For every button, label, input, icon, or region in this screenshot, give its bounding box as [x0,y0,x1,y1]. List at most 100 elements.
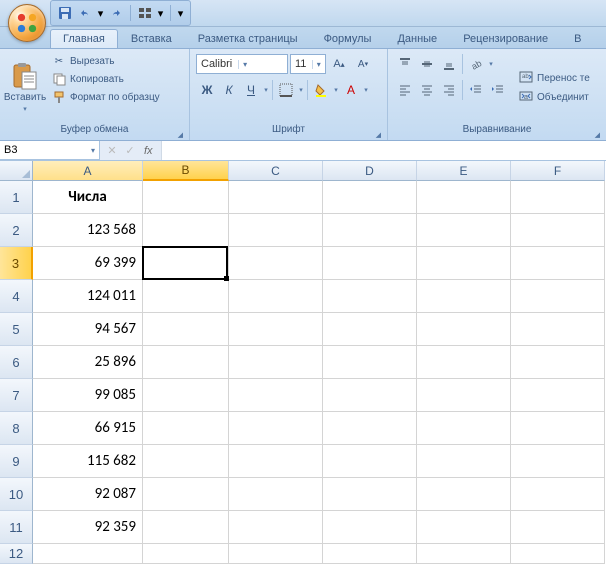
row-header-10[interactable]: 10 [0,478,33,511]
cell-F4[interactable] [511,280,605,313]
cell-B4[interactable] [143,280,229,313]
tab-insert[interactable]: Вставка [118,29,185,48]
cell-C4[interactable] [229,280,323,313]
cell-F9[interactable] [511,445,605,478]
cell-C11[interactable] [229,511,323,544]
cell-B5[interactable] [143,313,229,346]
cell-E12[interactable] [417,544,511,564]
cell-C1[interactable] [229,181,323,214]
cell-D10[interactable] [323,478,417,511]
cell-A8[interactable]: 66 915 [33,412,143,445]
cell-E6[interactable] [417,346,511,379]
cell-E11[interactable] [417,511,511,544]
cell-D9[interactable] [323,445,417,478]
chevron-down-icon[interactable]: ▾ [297,79,305,101]
chevron-down-icon[interactable]: ▾ [487,53,495,75]
cell-D1[interactable] [323,181,417,214]
row-header-2[interactable]: 2 [0,214,33,247]
cell-F7[interactable] [511,379,605,412]
redo-icon[interactable] [108,5,124,21]
col-header-B[interactable]: B [143,161,229,181]
italic-button[interactable]: К [218,79,240,101]
cell-A3[interactable]: 69 399 [33,247,143,280]
cell-F8[interactable] [511,412,605,445]
cell-C6[interactable] [229,346,323,379]
cell-D3[interactable] [323,247,417,280]
cell-E7[interactable] [417,379,511,412]
tab-page-layout[interactable]: Разметка страницы [185,29,311,48]
cell-E2[interactable] [417,214,511,247]
cell-B12[interactable] [143,544,229,564]
cell-D12[interactable] [323,544,417,564]
fill-color-button[interactable] [310,79,332,101]
cut-button[interactable]: ✂ Вырезать [50,53,162,69]
cell-B7[interactable] [143,379,229,412]
cell-C9[interactable] [229,445,323,478]
fx-icon[interactable]: fx [140,145,157,157]
formula-input[interactable] [162,141,606,160]
cell-E3[interactable] [417,247,511,280]
align-center-button[interactable] [416,79,438,101]
col-header-C[interactable]: C [229,161,323,181]
cell-D2[interactable] [323,214,417,247]
cell-B8[interactable] [143,412,229,445]
cell-A2[interactable]: 123 568 [33,214,143,247]
row-header-6[interactable]: 6 [0,346,33,379]
chevron-down-icon[interactable]: ▾ [362,79,370,101]
grow-font-button[interactable]: A▴ [328,53,350,75]
cell-C10[interactable] [229,478,323,511]
tab-view[interactable]: В [561,29,594,48]
row-header-11[interactable]: 11 [0,511,33,544]
font-size-select[interactable]: 11 ▾ [290,54,326,74]
qat-customize-icon[interactable]: ▾ [177,5,184,21]
cell-A12[interactable] [33,544,143,564]
cell-E10[interactable] [417,478,511,511]
cell-F6[interactable] [511,346,605,379]
cell-A9[interactable]: 115 682 [33,445,143,478]
bold-button[interactable]: Ж [196,79,218,101]
align-bottom-button[interactable] [438,53,460,75]
save-icon[interactable] [57,5,73,21]
cell-B11[interactable] [143,511,229,544]
row-header-5[interactable]: 5 [0,313,33,346]
shrink-font-button[interactable]: A▾ [352,53,374,75]
cell-B6[interactable] [143,346,229,379]
cell-A6[interactable]: 25 896 [33,346,143,379]
cell-A4[interactable]: 124 011 [33,280,143,313]
decrease-indent-button[interactable] [465,79,487,101]
cell-B10[interactable] [143,478,229,511]
cell-D11[interactable] [323,511,417,544]
cell-F10[interactable] [511,478,605,511]
chevron-down-icon[interactable]: ▾ [262,86,270,94]
orientation-button[interactable]: ab [465,53,487,75]
chevron-down-icon[interactable]: ▾ [332,79,340,101]
border-button[interactable] [275,79,297,101]
underline-button[interactable]: Ч [240,79,262,101]
undo-icon[interactable] [77,5,93,21]
align-right-button[interactable] [438,79,460,101]
cell-B3[interactable] [143,247,229,280]
cell-D6[interactable] [323,346,417,379]
cell-A10[interactable]: 92 087 [33,478,143,511]
row-header-9[interactable]: 9 [0,445,33,478]
cell-D5[interactable] [323,313,417,346]
cell-C8[interactable] [229,412,323,445]
col-header-F[interactable]: F [511,161,605,181]
cell-E1[interactable] [417,181,511,214]
cell-C3[interactable] [229,247,323,280]
cell-E5[interactable] [417,313,511,346]
col-header-E[interactable]: E [417,161,511,181]
row-header-7[interactable]: 7 [0,379,33,412]
row-header-4[interactable]: 4 [0,280,33,313]
wrap-text-button[interactable]: ab Перенос те [519,70,590,87]
tab-data[interactable]: Данные [384,29,450,48]
name-box[interactable]: B3 ▾ [0,141,100,160]
row-header-12[interactable]: 12 [0,544,33,564]
cell-D8[interactable] [323,412,417,445]
cell-F12[interactable] [511,544,605,564]
office-button[interactable] [8,4,46,42]
tab-formulas[interactable]: Формулы [311,29,385,48]
cell-C2[interactable] [229,214,323,247]
merge-button[interactable]: a Объединит [519,89,590,106]
cell-F11[interactable] [511,511,605,544]
